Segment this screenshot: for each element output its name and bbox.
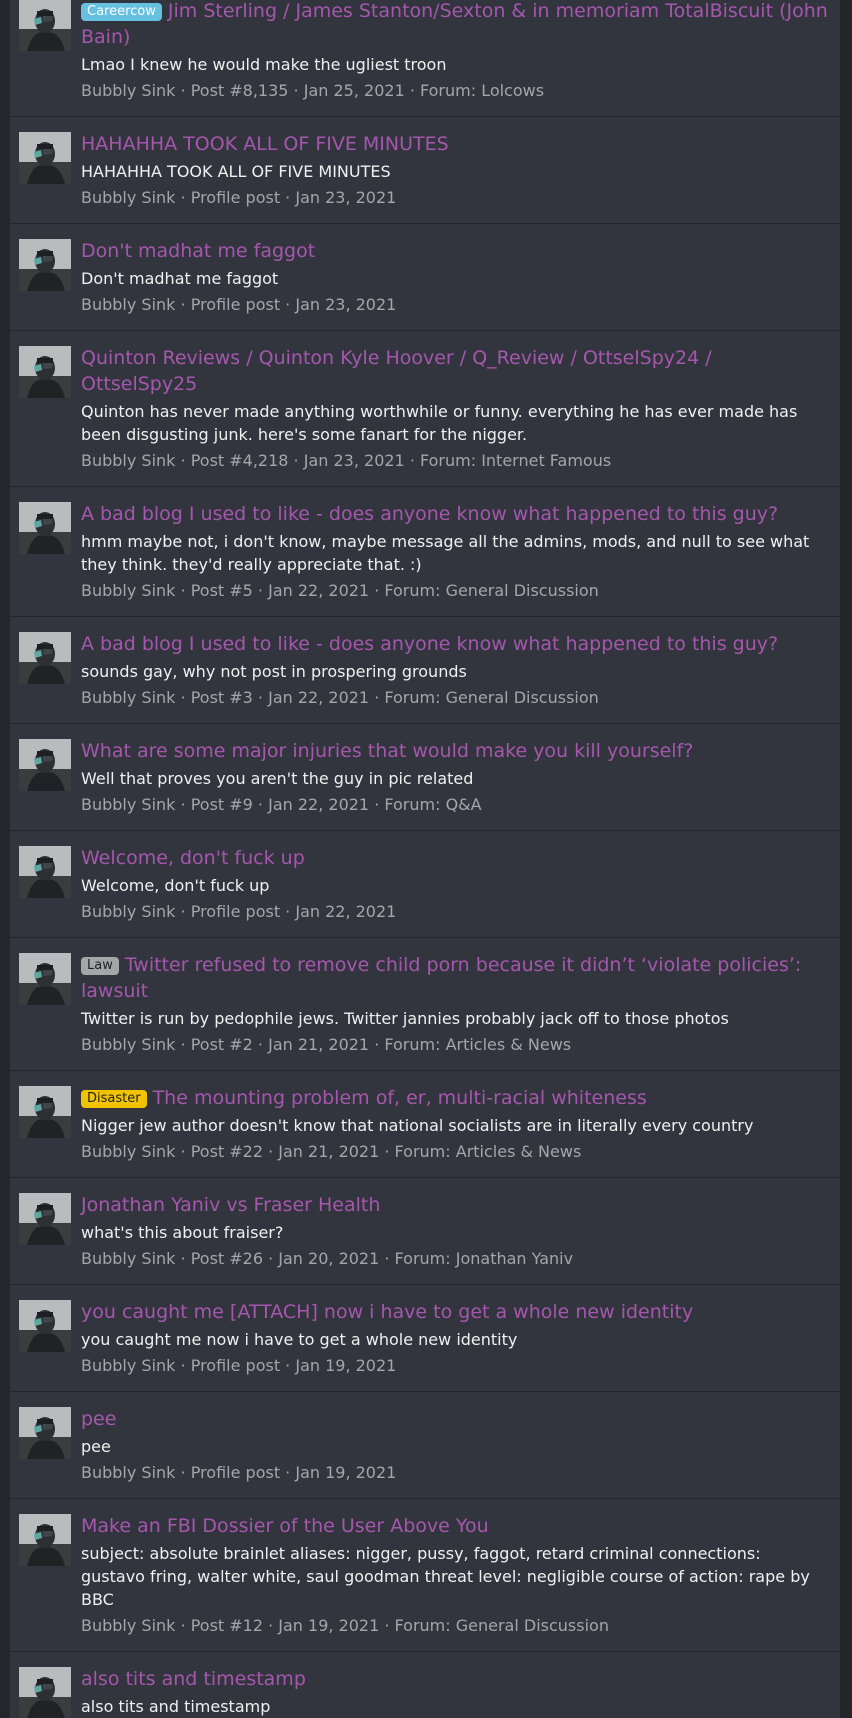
result-title-text[interactable]: Twitter refused to remove child porn bec… [81,954,801,1002]
user-avatar-icon[interactable] [19,1407,71,1459]
result-snippet: also tits and timestamp [81,1697,271,1716]
user-avatar-icon[interactable] [19,1086,71,1138]
result-title-text[interactable]: you caught me [ATTACH] now i have to get… [81,1301,693,1323]
result-meta: Bubbly Sink · Post #4,218 · Jan 23, 2021… [81,451,612,470]
result-title[interactable]: HAHAHHA TOOK ALL OF FIVE MINUTES [81,131,828,157]
result-title[interactable]: also tits and timestamp [81,1666,828,1692]
result-snippet: what's this about fraiser? [81,1223,284,1242]
result-meta: Bubbly Sink · Profile post · Jan 19, 202… [81,1463,397,1482]
result-snippet: Nigger jew author doesn't know that nati… [81,1116,754,1135]
result-title[interactable]: Make an FBI Dossier of the User Above Yo… [81,1513,828,1539]
result-title[interactable]: Disaster The mounting problem of, er, mul… [81,1085,828,1111]
result-snippet: you caught me now i have to get a whole … [81,1330,518,1349]
result-title[interactable]: Quinton Reviews / Quinton Kyle Hoover / … [81,345,828,397]
result-item: Jonathan Yaniv vs Fraser Health what's t… [10,1178,840,1285]
result-snippet: HAHAHHA TOOK ALL OF FIVE MINUTES [81,162,391,181]
prefix-label[interactable]: Careercow [81,3,162,21]
result-snippet: subject: absolute brainlet aliases: nigg… [81,1544,810,1609]
result-title[interactable]: What are some major injuries that would … [81,738,828,764]
result-meta: Bubbly Sink · Post #5 · Jan 22, 2021 · F… [81,581,599,600]
result-meta: Bubbly Sink · Profile post · Jan 19, 202… [81,1356,397,1375]
user-avatar-icon[interactable] [19,632,71,684]
result-snippet: Welcome, don't fuck up [81,876,270,895]
result-title[interactable]: Welcome, don't fuck up [81,845,828,871]
result-title-text[interactable]: Quinton Reviews / Quinton Kyle Hoover / … [81,347,712,395]
result-item: you caught me [ATTACH] now i have to get… [10,1285,840,1392]
result-meta: Bubbly Sink · Profile post · Jan 23, 202… [81,188,397,207]
user-avatar-icon[interactable] [19,1193,71,1245]
result-item: A bad blog I used to like - does anyone … [10,487,840,617]
right-rail [840,0,852,1718]
result-title[interactable]: A bad blog I used to like - does anyone … [81,501,828,527]
result-title-text[interactable]: pee [81,1408,116,1430]
result-meta: Bubbly Sink · Profile post · Jan 23, 202… [81,295,397,314]
user-avatar-icon[interactable] [19,239,71,291]
result-item: HAHAHHA TOOK ALL OF FIVE MINUTES HAHAHHA… [10,117,840,224]
user-avatar-icon[interactable] [19,1514,71,1566]
result-item: Careercow Jim Sterling / James Stanton/Se… [10,0,840,117]
user-avatar-icon[interactable] [19,0,71,51]
user-avatar-icon[interactable] [19,132,71,184]
result-item: Quinton Reviews / Quinton Kyle Hoover / … [10,331,840,487]
result-title-text[interactable]: What are some major injuries that would … [81,740,693,762]
result-title-text[interactable]: Don't madhat me faggot [81,240,315,262]
result-title-text[interactable]: A bad blog I used to like - does anyone … [81,503,778,525]
left-rail [0,0,10,1718]
result-snippet: sounds gay, why not post in prospering g… [81,662,467,681]
result-title-text[interactable]: Jonathan Yaniv vs Fraser Health [81,1194,380,1216]
result-meta: Bubbly Sink · Post #3 · Jan 22, 2021 · F… [81,688,599,707]
user-avatar-icon[interactable] [19,953,71,1005]
result-item: Make an FBI Dossier of the User Above Yo… [10,1499,840,1652]
result-item: Law Twitter refused to remove child porn … [10,938,840,1071]
result-snippet: hmm maybe not, i don't know, maybe messa… [81,532,810,574]
user-avatar-icon[interactable] [19,1300,71,1352]
result-title[interactable]: pee [81,1406,828,1432]
result-snippet: Quinton has never made anything worthwhi… [81,402,798,444]
result-meta: Bubbly Sink · Post #26 · Jan 20, 2021 · … [81,1249,574,1268]
prefix-label[interactable]: Law [81,957,119,975]
page: Careercow Jim Sterling / James Stanton/Se… [0,0,852,1718]
result-snippet: Twitter is run by pedophile jews. Twitte… [81,1009,729,1028]
result-item: Don't madhat me faggot Don't madhat me f… [10,224,840,331]
result-title-text[interactable]: also tits and timestamp [81,1668,306,1690]
result-meta: Bubbly Sink · Post #12 · Jan 19, 2021 · … [81,1616,609,1635]
result-title-text[interactable]: The mounting problem of, er, multi-racia… [153,1087,647,1109]
result-item: What are some major injuries that would … [10,724,840,831]
result-title-text[interactable]: Welcome, don't fuck up [81,847,305,869]
search-results-list: Careercow Jim Sterling / James Stanton/Se… [10,0,840,1718]
user-avatar-icon[interactable] [19,346,71,398]
result-title[interactable]: Jonathan Yaniv vs Fraser Health [81,1192,828,1218]
user-avatar-icon[interactable] [19,739,71,791]
result-title[interactable]: Law Twitter refused to remove child porn … [81,952,828,1004]
result-title[interactable]: you caught me [ATTACH] now i have to get… [81,1299,828,1325]
result-meta: Bubbly Sink · Post #8,135 · Jan 25, 2021… [81,81,545,100]
result-title-text[interactable]: A bad blog I used to like - does anyone … [81,633,778,655]
user-avatar-icon[interactable] [19,502,71,554]
result-meta: Bubbly Sink · Profile post · Jan 22, 202… [81,902,397,921]
result-meta: Bubbly Sink · Post #2 · Jan 21, 2021 · F… [81,1035,572,1054]
user-avatar-icon[interactable] [19,1667,71,1718]
result-meta: Bubbly Sink · Post #9 · Jan 22, 2021 · F… [81,795,482,814]
result-snippet: Don't madhat me faggot [81,269,279,288]
result-title-text[interactable]: Jim Sterling / James Stanton/Sexton & in… [81,0,828,48]
prefix-label[interactable]: Disaster [81,1090,147,1108]
result-snippet: Lmao I knew he would make the ugliest tr… [81,55,447,74]
result-snippet: Well that proves you aren't the guy in p… [81,769,474,788]
result-item: also tits and timestamp also tits and ti… [10,1652,840,1718]
result-title[interactable]: A bad blog I used to like - does anyone … [81,631,828,657]
result-item: pee pee Bubbly Sink · Profile post · Jan… [10,1392,840,1499]
result-title[interactable]: Don't madhat me faggot [81,238,828,264]
result-title[interactable]: Careercow Jim Sterling / James Stanton/Se… [81,0,828,50]
user-avatar-icon[interactable] [19,846,71,898]
result-item: A bad blog I used to like - does anyone … [10,617,840,724]
result-item: Welcome, don't fuck up Welcome, don't fu… [10,831,840,938]
result-snippet: pee [81,1437,111,1456]
result-item: Disaster The mounting problem of, er, mul… [10,1071,840,1178]
result-title-text[interactable]: Make an FBI Dossier of the User Above Yo… [81,1515,489,1537]
result-meta: Bubbly Sink · Post #22 · Jan 21, 2021 · … [81,1142,582,1161]
result-title-text[interactable]: HAHAHHA TOOK ALL OF FIVE MINUTES [81,133,449,155]
